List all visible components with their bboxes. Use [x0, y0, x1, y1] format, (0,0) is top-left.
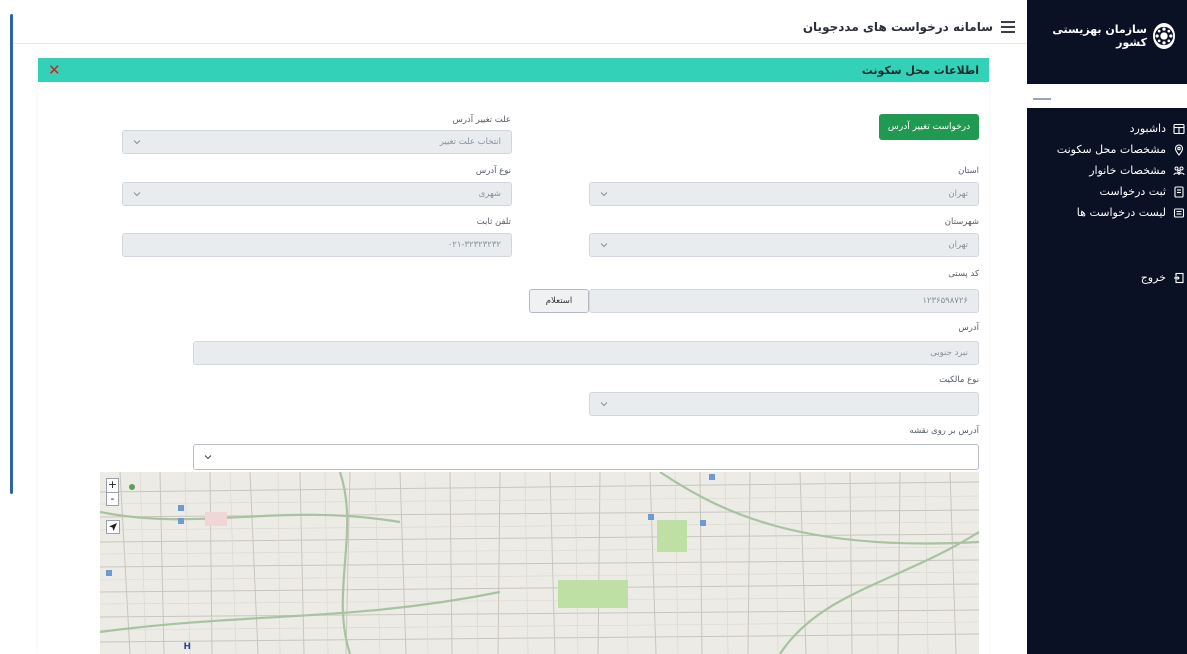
- sidebar-user-bar: [1027, 84, 1187, 108]
- brand-name: سازمان بهزیستی کشور: [1052, 23, 1147, 49]
- sidebar-item-label: مشخصات محل سکونت: [1056, 143, 1166, 156]
- address-value: نبرد جنوبی: [930, 348, 968, 358]
- city-label: شهرستان: [944, 217, 979, 227]
- address-type-label: نوع آدرس: [475, 166, 511, 176]
- logout-icon: [1173, 272, 1185, 284]
- chevron-down-icon: [600, 190, 608, 198]
- chevron-down-icon: [133, 138, 141, 146]
- sidebar-nav: داشبورد مشخصات محل سکونت مشخصات خانوار ث…: [1027, 118, 1187, 288]
- change-reason-select[interactable]: انتخاب علت تغییر: [122, 130, 512, 154]
- organization-logo-icon: [1153, 23, 1175, 49]
- map-address-select[interactable]: [193, 444, 979, 470]
- landline-value: ۰۲۱-۳۲۳۲۳۲۳۲: [447, 240, 501, 250]
- postal-code-field[interactable]: ۱۲۳۶۵۹۸۷۲۶: [589, 289, 979, 313]
- map-tiles: H: [100, 472, 979, 654]
- ownership-type-select[interactable]: [589, 392, 979, 416]
- ownership-type-label: نوع مالکیت: [939, 375, 979, 385]
- app-title: سامانه درخواست های مددجویان: [802, 19, 993, 34]
- location-pin-icon: [1173, 143, 1185, 156]
- sidebar-item-label: ثبت درخواست: [1099, 185, 1166, 198]
- city-select[interactable]: تهران: [589, 233, 979, 257]
- address-label: آدرس: [958, 323, 979, 333]
- sidebar-item-label: مشخصات خانوار: [1089, 164, 1166, 177]
- address-map[interactable]: H + -: [100, 472, 979, 654]
- list-icon: [1173, 207, 1185, 219]
- address-type-value: شهری: [478, 189, 501, 199]
- chevron-down-icon: [600, 400, 608, 408]
- top-header: سامانه درخواست های مددجویان: [14, 10, 1027, 44]
- chevron-down-icon: [600, 241, 608, 249]
- sidebar-item-dashboard[interactable]: داشبورد: [1027, 118, 1187, 139]
- svg-text:H: H: [183, 642, 191, 652]
- map-address-label: آدرس بر روی نقشه: [909, 426, 979, 436]
- sidebar: سازمان بهزیستی کشور داشبورد مشخصات محل س…: [1027, 0, 1187, 654]
- close-icon[interactable]: ✕: [48, 62, 61, 78]
- locate-me-icon[interactable]: [106, 520, 120, 534]
- document-icon: [1173, 185, 1185, 198]
- zoom-out-button[interactable]: -: [107, 492, 118, 505]
- map-zoom-control: + -: [106, 478, 119, 506]
- sidebar-item-label: خروج: [1140, 271, 1166, 284]
- inquiry-button[interactable]: استعلام: [529, 289, 589, 313]
- province-value: تهران: [948, 189, 968, 199]
- brand[interactable]: سازمان بهزیستی کشور: [1027, 0, 1187, 72]
- province-label: استان: [958, 166, 979, 176]
- left-scroll-accent: [10, 14, 13, 494]
- change-reason-placeholder: انتخاب علت تغییر: [439, 137, 501, 147]
- family-icon: [1173, 165, 1185, 177]
- city-value: تهران: [948, 240, 968, 250]
- address-field[interactable]: نبرد جنوبی: [193, 341, 979, 365]
- landline-field[interactable]: ۰۲۱-۳۲۳۲۳۲۳۲: [122, 233, 512, 257]
- chevron-down-icon: [204, 453, 212, 461]
- sidebar-item-logout[interactable]: خروج: [1027, 267, 1187, 288]
- sidebar-item-label: لیست درخواست ها: [1076, 206, 1166, 219]
- zoom-in-button[interactable]: +: [107, 479, 118, 492]
- sidebar-item-register-request[interactable]: ثبت درخواست: [1027, 181, 1187, 202]
- change-reason-label: علت تغییر آدرس: [452, 115, 511, 125]
- sidebar-item-family[interactable]: مشخصات خانوار: [1027, 160, 1187, 181]
- sidebar-item-request-list[interactable]: لیست درخواست ها: [1027, 202, 1187, 223]
- postal-code-value: ۱۲۳۶۵۹۸۷۲۶: [922, 296, 968, 306]
- postal-code-label: کد پستی: [948, 269, 979, 279]
- change-address-button[interactable]: درخواست تغییر آدرس: [879, 114, 979, 140]
- panel-title: اطلاعات محل سکونت: [861, 63, 979, 77]
- chevron-down-icon: [133, 190, 141, 198]
- province-select[interactable]: تهران: [589, 182, 979, 206]
- sidebar-item-label: داشبورد: [1129, 122, 1166, 135]
- landline-label: تلفن ثابت: [476, 217, 511, 227]
- menu-toggle-icon[interactable]: [1001, 20, 1015, 33]
- address-type-select[interactable]: شهری: [122, 182, 512, 206]
- panel-header: اطلاعات محل سکونت ✕: [38, 58, 989, 82]
- dashboard-icon: [1173, 123, 1185, 135]
- sidebar-item-residence[interactable]: مشخصات محل سکونت: [1027, 139, 1187, 160]
